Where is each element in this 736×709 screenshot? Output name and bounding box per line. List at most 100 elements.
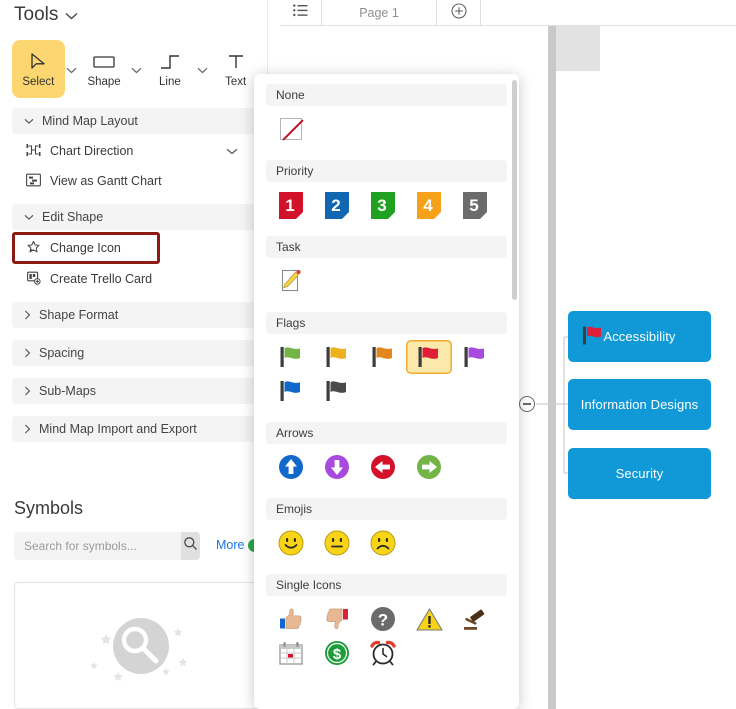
section-edit-shape[interactable]: Edit Shape bbox=[12, 204, 267, 230]
tool-select-button[interactable]: Select bbox=[12, 40, 65, 98]
arrow-down-icon-cell[interactable] bbox=[314, 450, 360, 484]
red-flag-icon-cell[interactable] bbox=[406, 340, 452, 374]
mindmap-node-information-designs[interactable]: Information Designs bbox=[568, 379, 711, 430]
row-change-icon-label: Change Icon bbox=[50, 241, 121, 255]
picker-group-title: Arrows bbox=[276, 426, 314, 440]
picker-scrollbar[interactable] bbox=[512, 80, 517, 300]
picker-group-grid bbox=[254, 520, 519, 564]
arrow-down-icon bbox=[324, 454, 350, 480]
tool-select-label: Select bbox=[22, 75, 55, 88]
search-input[interactable] bbox=[14, 532, 181, 560]
svg-text:5: 5 bbox=[469, 196, 478, 215]
row-view-as-gantt-chart[interactable]: View as Gantt Chart bbox=[12, 166, 267, 196]
gray-flag-icon-cell[interactable] bbox=[314, 374, 360, 408]
section-shape-format-label: Shape Format bbox=[39, 308, 119, 322]
picker-group-title: Flags bbox=[276, 316, 306, 330]
priority-1-icon: 1 bbox=[279, 191, 303, 219]
section-mind-map-import-and-export-label: Mind Map Import and Export bbox=[39, 422, 197, 436]
yellow-flag-icon bbox=[325, 346, 349, 368]
tool-select-caret[interactable] bbox=[65, 40, 78, 98]
green-flag-icon-cell[interactable] bbox=[268, 340, 314, 374]
calendar-icon bbox=[278, 641, 304, 666]
gavel-icon-cell[interactable] bbox=[452, 602, 498, 636]
arrow-left-icon-cell[interactable] bbox=[360, 450, 406, 484]
alarm-clock-icon-cell[interactable] bbox=[360, 636, 406, 670]
mindmap-node-accessibility[interactable]: Accessibility bbox=[568, 311, 711, 362]
symbols-search bbox=[14, 532, 200, 560]
green-flag-icon bbox=[279, 346, 303, 368]
picker-group-grid bbox=[254, 334, 519, 412]
picker-group-grid bbox=[254, 258, 519, 302]
tools-title: Tools bbox=[14, 4, 59, 25]
question-mark-icon-cell[interactable]: ? bbox=[360, 602, 406, 636]
rectangle-icon bbox=[92, 51, 116, 73]
none-icon-cell[interactable] bbox=[268, 112, 314, 146]
star-badge-icon bbox=[26, 240, 41, 257]
smiley-neutral-icon-cell[interactable] bbox=[314, 526, 360, 560]
search-button[interactable] bbox=[181, 532, 200, 560]
yellow-flag-icon-cell[interactable] bbox=[314, 340, 360, 374]
gavel-icon bbox=[462, 607, 489, 632]
section-shape-format[interactable]: Shape Format bbox=[12, 302, 267, 328]
calendar-icon-cell[interactable] bbox=[268, 636, 314, 670]
section-sub-maps[interactable]: Sub-Maps bbox=[12, 378, 267, 404]
dollar-coin-icon-cell[interactable]: $ bbox=[314, 636, 360, 670]
tools-header[interactable]: Tools bbox=[14, 4, 78, 26]
picker-group-grid: ? $ bbox=[254, 596, 519, 674]
row-change-icon[interactable]: Change Icon bbox=[12, 232, 160, 264]
purple-flag-icon bbox=[463, 346, 487, 368]
node-collapse-button[interactable] bbox=[519, 396, 535, 412]
svg-text:?: ? bbox=[378, 611, 388, 630]
orange-flag-icon bbox=[371, 346, 395, 368]
priority-5-icon: 5 bbox=[463, 191, 487, 219]
task-pencil-note-icon bbox=[278, 268, 304, 294]
section-mind-map-import-and-export[interactable]: Mind Map Import and Export bbox=[12, 416, 267, 442]
row-create-trello-card[interactable]: Create Trello Card bbox=[12, 264, 267, 294]
picker-group-grid: 1 2 3 4 5 bbox=[254, 182, 519, 226]
arrow-right-icon bbox=[416, 454, 442, 480]
tool-text-label: Text bbox=[225, 75, 247, 88]
chevron-down-icon bbox=[24, 118, 34, 124]
format-panel: Tools Select Shape Line Text Mind Map La… bbox=[0, 0, 268, 709]
thumbs-up-icon-cell[interactable] bbox=[268, 602, 314, 636]
section-spacing[interactable]: Spacing bbox=[12, 340, 267, 366]
purple-flag-icon-cell[interactable] bbox=[452, 340, 498, 374]
blue-flag-icon-cell[interactable] bbox=[268, 374, 314, 408]
red-flag-icon bbox=[582, 325, 604, 348]
thumbs-down-icon-cell[interactable] bbox=[314, 602, 360, 636]
picker-group-header-priority: Priority bbox=[266, 160, 507, 182]
tool-line-caret[interactable] bbox=[196, 40, 209, 98]
section-mind-map-layout[interactable]: Mind Map Layout bbox=[12, 108, 267, 134]
collapse-minus-icon bbox=[523, 403, 531, 405]
svg-text:1: 1 bbox=[285, 196, 294, 215]
chevron-right-icon bbox=[24, 348, 31, 358]
picker-group-header-emojis: Emojis bbox=[266, 498, 507, 520]
warning-triangle-icon bbox=[415, 607, 443, 632]
mindmap-node-security[interactable]: Security bbox=[568, 448, 711, 499]
priority-2-icon-cell[interactable]: 2 bbox=[314, 188, 360, 222]
smiley-happy-icon-cell[interactable] bbox=[268, 526, 314, 560]
arrow-right-icon-cell[interactable] bbox=[406, 450, 452, 484]
arrow-left-icon bbox=[370, 454, 396, 480]
tool-shape-caret[interactable] bbox=[130, 40, 143, 98]
chevron-down-icon bbox=[65, 4, 78, 26]
tool-shape-button[interactable]: Shape bbox=[78, 40, 131, 98]
priority-5-icon-cell[interactable]: 5 bbox=[452, 188, 498, 222]
thumbs-up-icon bbox=[278, 606, 304, 632]
arrow-up-icon-cell[interactable] bbox=[268, 450, 314, 484]
priority-3-icon-cell[interactable]: 3 bbox=[360, 188, 406, 222]
row-chart-direction[interactable]: Chart Direction bbox=[12, 136, 267, 166]
orange-flag-icon-cell[interactable] bbox=[360, 340, 406, 374]
search-icon bbox=[183, 536, 198, 556]
priority-1-icon-cell[interactable]: 1 bbox=[268, 188, 314, 222]
smiley-sad-icon-cell[interactable] bbox=[360, 526, 406, 560]
picker-group-title: Task bbox=[276, 240, 301, 254]
none-icon bbox=[280, 118, 304, 141]
question-mark-icon: ? bbox=[370, 606, 396, 632]
chevron-down-icon[interactable] bbox=[226, 144, 238, 158]
tool-line-button[interactable]: Line bbox=[144, 40, 197, 98]
tool-line-label: Line bbox=[159, 75, 181, 88]
priority-4-icon-cell[interactable]: 4 bbox=[406, 188, 452, 222]
task-pencil-note-icon-cell[interactable] bbox=[268, 264, 314, 298]
warning-triangle-icon-cell[interactable] bbox=[406, 602, 452, 636]
